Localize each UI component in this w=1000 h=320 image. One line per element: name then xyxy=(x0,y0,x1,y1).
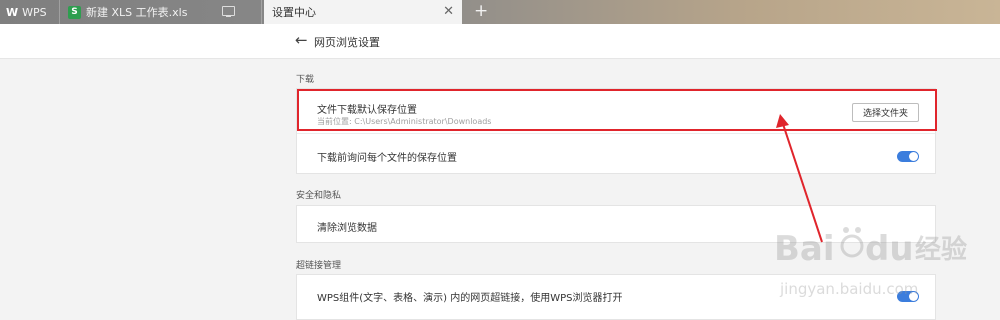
section-label-download: 下载 xyxy=(296,75,315,85)
tab-bar: W WPS S 新建 XLS 工作表.xls 设置中心 ✕ + xyxy=(0,0,1000,24)
wps-logo-icon: W xyxy=(6,5,19,19)
page-header: ← 网页浏览设置 xyxy=(0,24,1000,59)
close-icon[interactable]: ✕ xyxy=(443,4,454,19)
add-tab-button[interactable]: + xyxy=(474,1,488,21)
tab-wps-label: WPS xyxy=(22,5,47,19)
back-arrow-icon[interactable]: ← xyxy=(295,31,308,49)
download-location-label: 文件下载默认保存位置 xyxy=(317,105,417,116)
hyperlink-card: WPS组件(文字、表格、演示) 内的网页超链接，使用WPS浏览器打开 xyxy=(296,274,936,320)
download-settings-card: 文件下载默认保存位置 当前位置: C:\Users\Administrator\… xyxy=(296,88,936,174)
clear-browsing-data-row[interactable]: 清除浏览数据 xyxy=(297,206,935,244)
download-location-row: 文件下载默认保存位置 当前位置: C:\Users\Administrator\… xyxy=(297,89,935,134)
tab-settings[interactable]: 设置中心 ✕ xyxy=(264,0,462,24)
download-current-path: 当前位置: C:\Users\Administrator\Downloads xyxy=(317,117,492,126)
section-label-security: 安全和隐私 xyxy=(296,191,342,201)
monitor-icon xyxy=(222,6,235,17)
ask-save-location-toggle[interactable] xyxy=(897,151,919,162)
tab-xls-file[interactable]: S 新建 XLS 工作表.xls xyxy=(62,0,262,24)
page-title: 网页浏览设置 xyxy=(314,36,380,49)
open-links-in-wps-label: WPS组件(文字、表格、演示) 内的网页超链接，使用WPS浏览器打开 xyxy=(317,293,623,304)
ask-save-location-row: 下载前询问每个文件的保存位置 xyxy=(297,133,935,175)
choose-folder-button[interactable]: 选择文件夹 xyxy=(852,103,919,122)
spreadsheet-icon: S xyxy=(68,5,81,19)
settings-window: W WPS S 新建 XLS 工作表.xls 设置中心 ✕ + ← 网页浏览设置… xyxy=(0,0,1000,320)
tab-settings-label: 设置中心 xyxy=(272,6,316,19)
ask-save-location-label: 下载前询问每个文件的保存位置 xyxy=(317,153,457,164)
open-links-in-wps-toggle[interactable] xyxy=(897,291,919,302)
section-label-hyperlink: 超链接管理 xyxy=(296,261,342,271)
clear-browsing-data-label: 清除浏览数据 xyxy=(317,223,377,234)
tab-xls-label: 新建 XLS 工作表.xls xyxy=(86,6,188,19)
tab-wps[interactable]: W WPS xyxy=(0,0,60,24)
open-links-in-wps-row: WPS组件(文字、表格、演示) 内的网页超链接，使用WPS浏览器打开 xyxy=(297,275,935,320)
security-card: 清除浏览数据 xyxy=(296,205,936,243)
